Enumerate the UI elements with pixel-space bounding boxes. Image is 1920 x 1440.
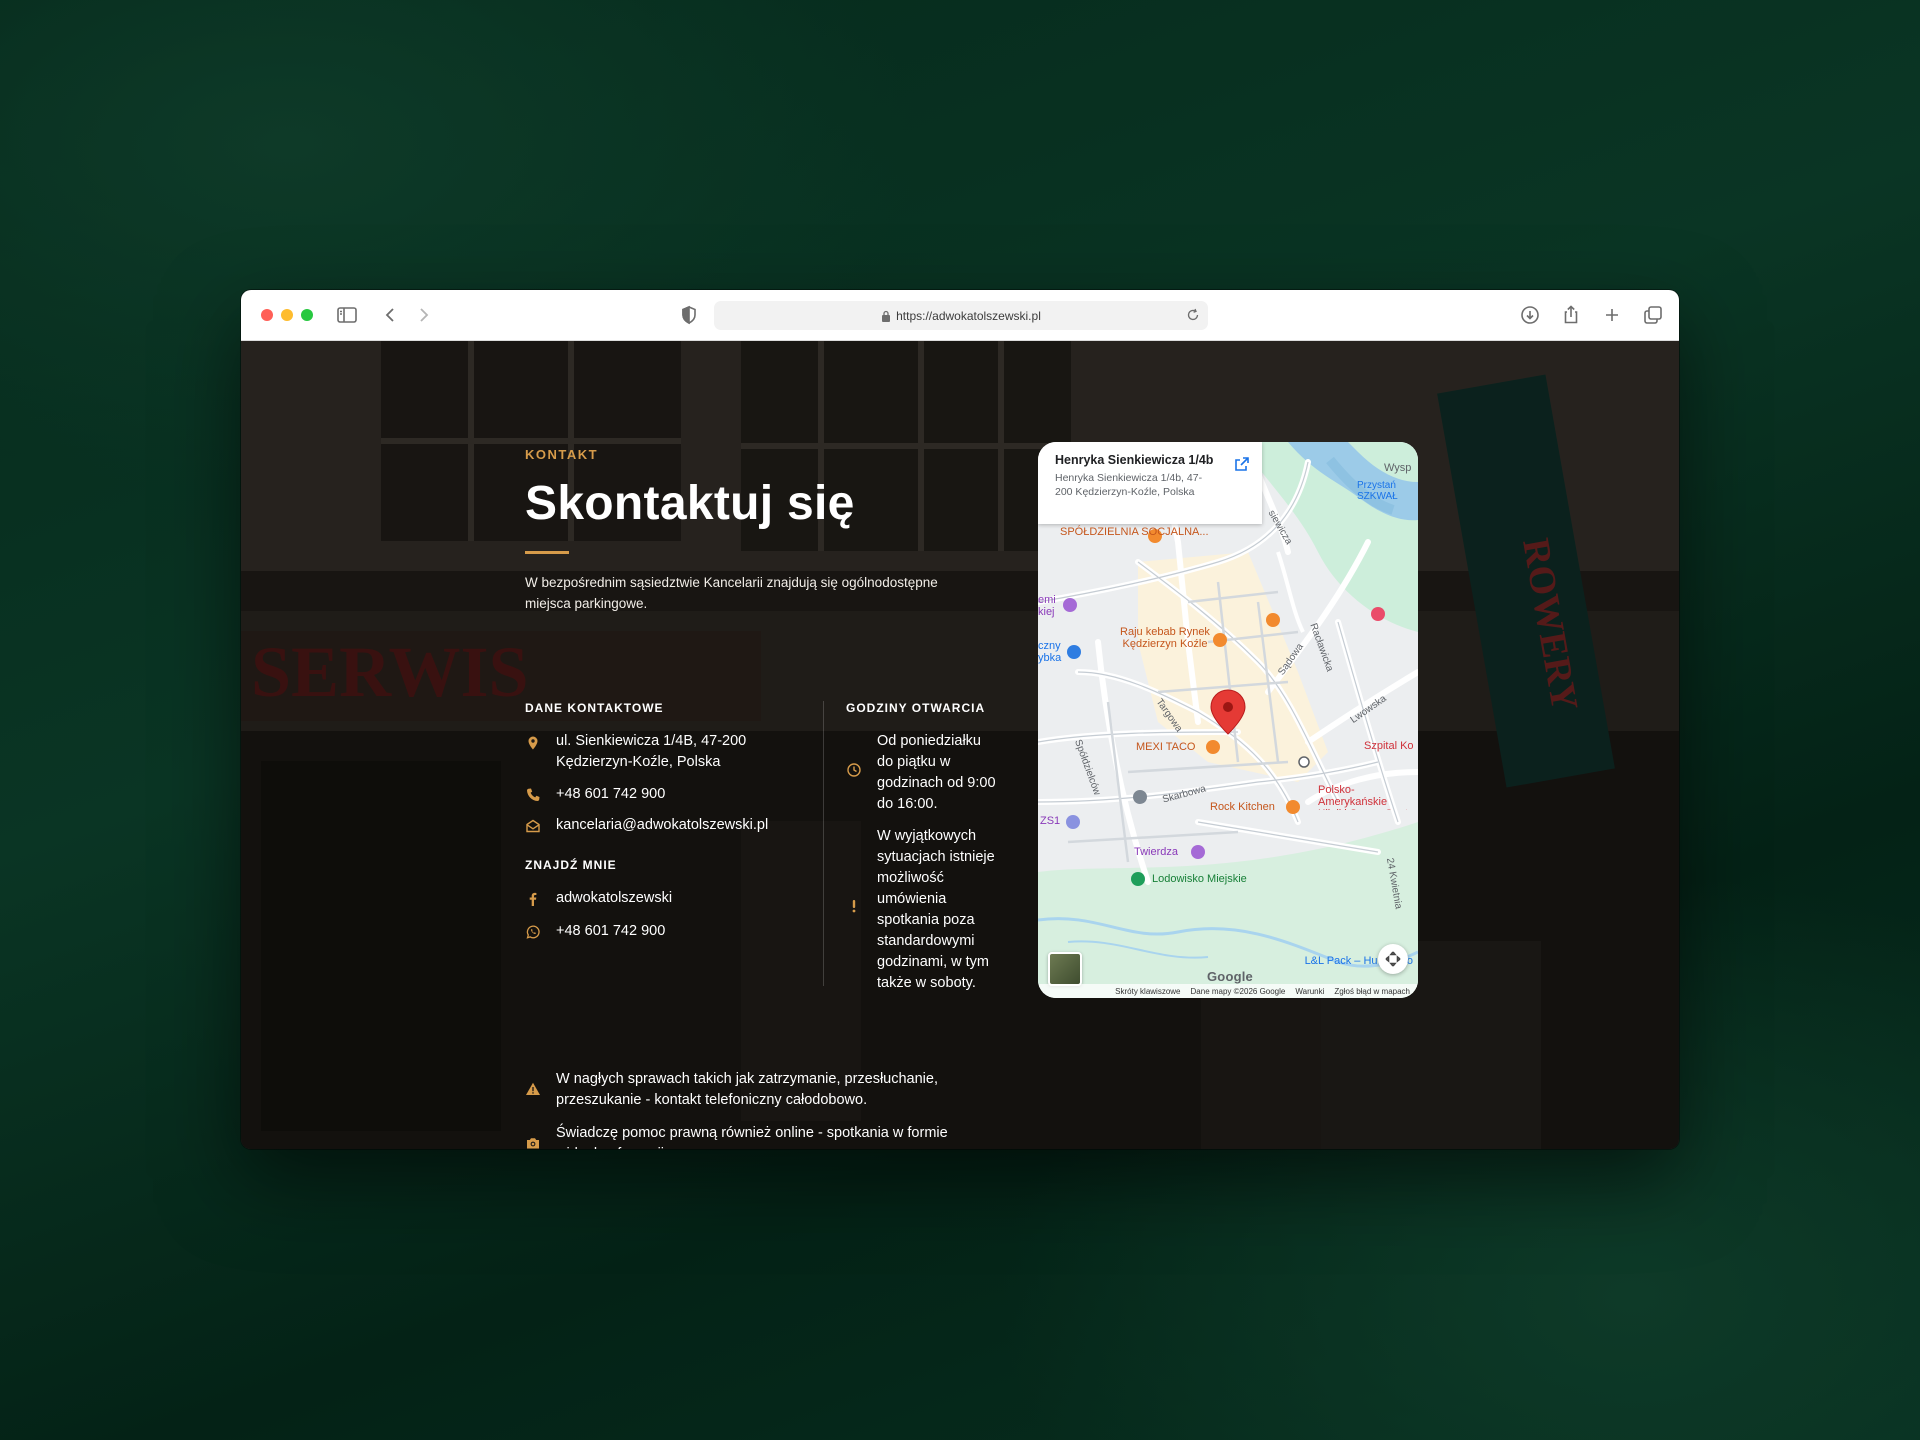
- google-logo-text: Google: [1207, 969, 1253, 984]
- map-label-wysp: Wysp: [1384, 462, 1412, 474]
- keyboard-shortcuts-link[interactable]: Skróty klawiszowe: [1115, 987, 1180, 996]
- map-label-zs1: ZS1: [1040, 815, 1061, 827]
- satellite-layer-thumbnail[interactable]: [1048, 952, 1082, 986]
- map-label-spoldzielnia: SPÓŁDZIELNIA SOCJALNA...: [1060, 526, 1209, 538]
- privacy-shield-icon[interactable]: [677, 303, 701, 327]
- email-item[interactable]: kancelaria@adwokatolszewski.pl: [525, 815, 795, 836]
- envelope-icon: [525, 818, 541, 834]
- map-place-title: Henryka Sienkiewicza 1/4b: [1055, 453, 1214, 467]
- terms-link[interactable]: Warunki: [1295, 987, 1324, 996]
- map-label-mexi: MEXI TACO: [1136, 741, 1196, 753]
- section-eyebrow: KONTAKT: [525, 447, 599, 462]
- phone-item[interactable]: +48 601 742 900: [525, 784, 795, 805]
- hours-item: Od poniedziałku do piątku w godzinach od…: [846, 731, 998, 815]
- clock-icon: [846, 762, 862, 778]
- reload-icon[interactable]: [1186, 308, 1200, 322]
- close-window-button[interactable]: [261, 309, 273, 321]
- warning-icon: [525, 1081, 541, 1097]
- phone-text[interactable]: +48 601 742 900: [556, 786, 665, 802]
- map-label-emi: emi kiej: [1038, 594, 1056, 618]
- browser-window: https://adwokatolszewski.pl KONTAKT Skon…: [241, 290, 1679, 1149]
- report-error-link[interactable]: Zgłoś błąd w mapach: [1334, 987, 1410, 996]
- address-item: ul. Sienkiewicza 1/4B, 47-200 Kędzierzyn…: [525, 731, 795, 773]
- title-underline: [525, 551, 569, 554]
- camera-icon: [525, 1135, 541, 1149]
- location-pin-icon: [525, 735, 541, 751]
- url-text: https://adwokatolszewski.pl: [896, 308, 1041, 323]
- address-text: ul. Sienkiewicza 1/4B, 47-200 Kędzierzyn…: [556, 733, 747, 770]
- recenter-map-icon[interactable]: [1378, 944, 1408, 974]
- google-map[interactable]: Henryka Sienkiewicza 1/4b Henryka Sienki…: [1038, 442, 1418, 998]
- additional-notes: W nagłych sprawach takich jak zatrzymani…: [525, 1069, 995, 1149]
- facebook-text[interactable]: adwokatolszewski: [556, 890, 672, 906]
- online-note-text: Świadczę pomoc prawną również online - s…: [556, 1125, 948, 1149]
- hours-column: GODZINY OTWARCIA Od poniedziałku do piąt…: [823, 701, 998, 991]
- map-place-card[interactable]: Henryka Sienkiewicza 1/4b Henryka Sienki…: [1038, 442, 1262, 524]
- tab-overview-icon[interactable]: [1641, 303, 1665, 327]
- email-text[interactable]: kancelaria@adwokatolszewski.pl: [556, 817, 768, 833]
- map-label-czny: czny ybka: [1038, 640, 1062, 664]
- lock-icon: [882, 310, 891, 322]
- maximize-window-button[interactable]: [301, 309, 313, 321]
- new-tab-icon[interactable]: [1600, 303, 1624, 327]
- hours-text: Od poniedziałku do piątku w godzinach od…: [877, 733, 996, 812]
- contact-data-heading: DANE KONTAKTOWE: [525, 701, 664, 715]
- facebook-icon: [525, 891, 541, 907]
- map-label-twierdza: Twierdza: [1134, 846, 1179, 858]
- page-title: Skontaktuj się: [525, 477, 855, 530]
- map-label-przystan: Przystań SZKWAŁ: [1357, 480, 1398, 502]
- exceptional-hours-text: W wyjątkowych sytuacjach istnieje możliw…: [877, 828, 995, 991]
- exceptional-hours-item: W wyjątkowych sytuacjach istnieje możliw…: [846, 826, 998, 994]
- contact-column: DANE KONTAKTOWE ul. Sienkiewicza 1/4B, 4…: [525, 701, 795, 942]
- open-in-maps-icon[interactable]: [1232, 454, 1252, 474]
- opening-hours-heading: GODZINY OTWARCIA: [846, 701, 986, 715]
- map-data-attribution: Dane mapy ©2026 Google: [1190, 986, 1286, 996]
- map-label-rock: Rock Kitchen: [1210, 801, 1275, 813]
- contact-content: KONTAKT Skontaktuj się W bezpośrednim są…: [525, 447, 1015, 1149]
- parking-intro-text: W bezpośrednim sąsiedztwie Kancelarii zn…: [525, 575, 938, 611]
- minimize-window-button[interactable]: [281, 309, 293, 321]
- window-controls: [261, 309, 313, 321]
- whatsapp-text[interactable]: +48 601 742 900: [556, 923, 665, 939]
- urgent-note-item: W nagłych sprawach takich jak zatrzymani…: [525, 1069, 995, 1111]
- exclamation-icon: [846, 898, 862, 914]
- map-label-polsko: Polsko-Amerykańskie Kliniki Serca, Cent: [1318, 784, 1408, 810]
- share-icon[interactable]: [1559, 303, 1583, 327]
- map-place-address: Henryka Sienkiewicza 1/4b, 47-200 Kędzie…: [1055, 472, 1203, 498]
- google-logo: Google: [1207, 969, 1253, 984]
- browser-toolbar: https://adwokatolszewski.pl: [241, 290, 1679, 341]
- map-attribution-bar: Skróty klawiszowe Dane mapy ©2026 Google…: [1038, 984, 1418, 998]
- map-label-lodowisko: Lodowisko Miejskie: [1152, 873, 1247, 885]
- whatsapp-item[interactable]: +48 601 742 900: [525, 921, 795, 942]
- find-me-heading: ZNAJDŹ MNIE: [525, 858, 617, 872]
- facebook-item[interactable]: adwokatolszewski: [525, 888, 795, 909]
- contact-section: SERWIS ROWERY KONTAKT Skontaktuj się W b…: [241, 341, 1679, 1149]
- download-icon[interactable]: [1518, 303, 1542, 327]
- map-label-szpital: Szpital Ko: [1364, 740, 1414, 752]
- map-label-raju: Raju kebab Rynek Kędzierzyn Koźle: [1120, 626, 1210, 650]
- online-note-item: Świadczę pomoc prawną również online - s…: [525, 1123, 995, 1149]
- phone-icon: [525, 787, 541, 803]
- forward-icon[interactable]: [411, 303, 435, 327]
- sidebar-toggle-icon[interactable]: [335, 303, 359, 327]
- back-icon[interactable]: [379, 303, 403, 327]
- whatsapp-icon: [525, 924, 541, 940]
- urgent-note-text: W nagłych sprawach takich jak zatrzymani…: [556, 1071, 938, 1108]
- address-bar[interactable]: https://adwokatolszewski.pl: [714, 301, 1208, 330]
